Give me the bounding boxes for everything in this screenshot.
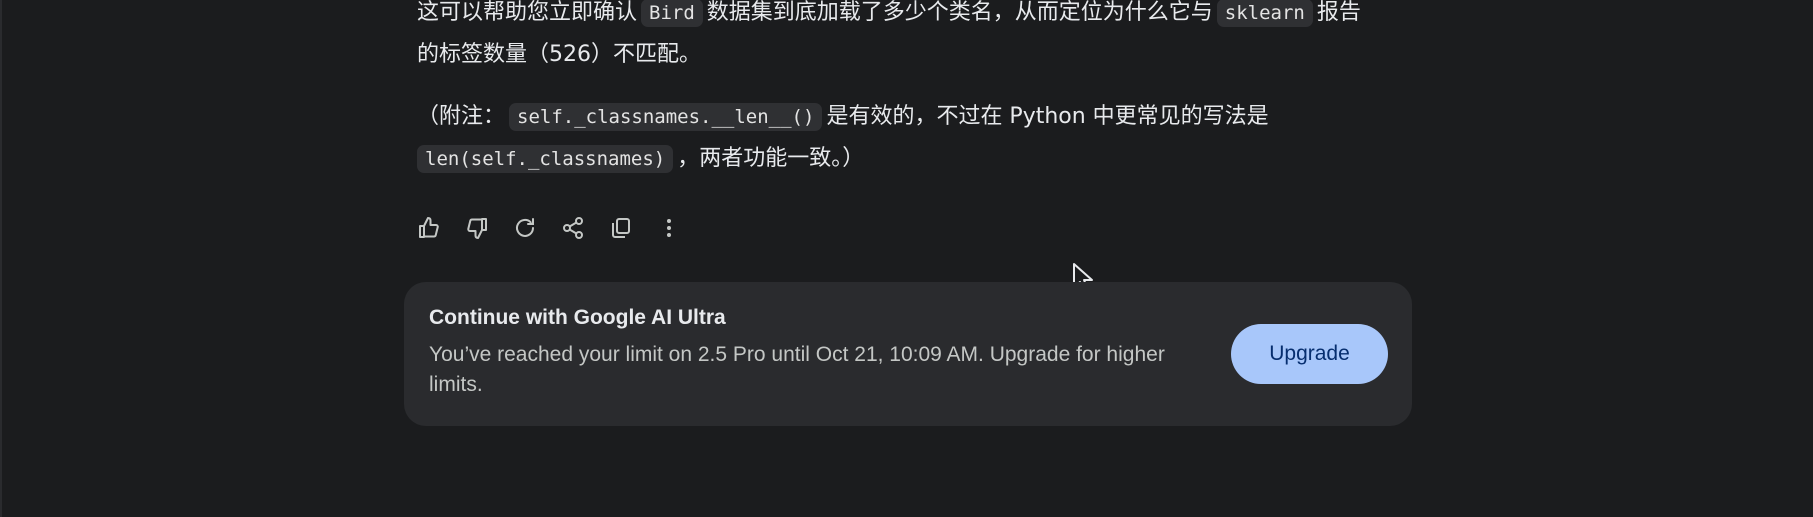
regenerate-icon xyxy=(516,218,534,237)
text-segment: ，两者功能一致。） xyxy=(677,146,865,171)
text-segment: 报告 xyxy=(1316,0,1361,25)
window-edge xyxy=(0,0,2,517)
inline-code: sklearn xyxy=(1216,0,1313,27)
text-segment: 这可以帮助您立即确认 xyxy=(417,0,638,25)
thumbs-up-button[interactable] xyxy=(414,213,444,243)
upgrade-card: Continue with Google AI Ultra You’ve rea… xyxy=(404,282,1412,426)
more-options-button[interactable] xyxy=(654,213,684,243)
text-segment: 是有效的，不过在 Python 中更常见的写法是 xyxy=(826,104,1269,129)
limit-message: You’ve reached your limit on 2.5 Pro unt… xyxy=(429,343,1165,396)
inline-code: self._classnames.__len__() xyxy=(509,103,823,131)
text-segment: 的标签数量（526）不匹配。 xyxy=(417,42,701,67)
regenerate-button[interactable] xyxy=(510,213,540,243)
response-actions xyxy=(414,213,684,243)
response-content: 这可以帮助您立即确认 Bird 数据集到底加载了多少个类名，从而定位为什么它与 skl… xyxy=(417,0,1457,180)
copy-icon xyxy=(612,218,630,238)
upgrade-button[interactable]: Upgrade xyxy=(1231,324,1388,384)
share-icon xyxy=(563,217,583,239)
text-segment: （附注： xyxy=(417,104,506,129)
more-options-icon xyxy=(667,219,671,237)
thumbs-down-icon xyxy=(467,218,487,239)
thumbs-down-button[interactable] xyxy=(462,213,492,243)
copy-button[interactable] xyxy=(606,213,636,243)
inline-code: len(self._classnames) xyxy=(417,145,674,173)
inline-code: Bird xyxy=(641,0,703,27)
note-paragraph: （附注： self._classnames.__len__() 是有效的，不过在 P… xyxy=(417,96,1457,180)
upgrade-card-title: Continue with Google AI Ultra xyxy=(429,306,726,329)
response-paragraph: 这可以帮助您立即确认 Bird 数据集到底加载了多少个类名，从而定位为什么它与 skl… xyxy=(417,0,1457,76)
thumbs-up-icon xyxy=(419,217,439,238)
share-button[interactable] xyxy=(558,213,588,243)
text-segment: 数据集到底加载了多少个类名，从而定位为什么它与 xyxy=(706,0,1213,25)
